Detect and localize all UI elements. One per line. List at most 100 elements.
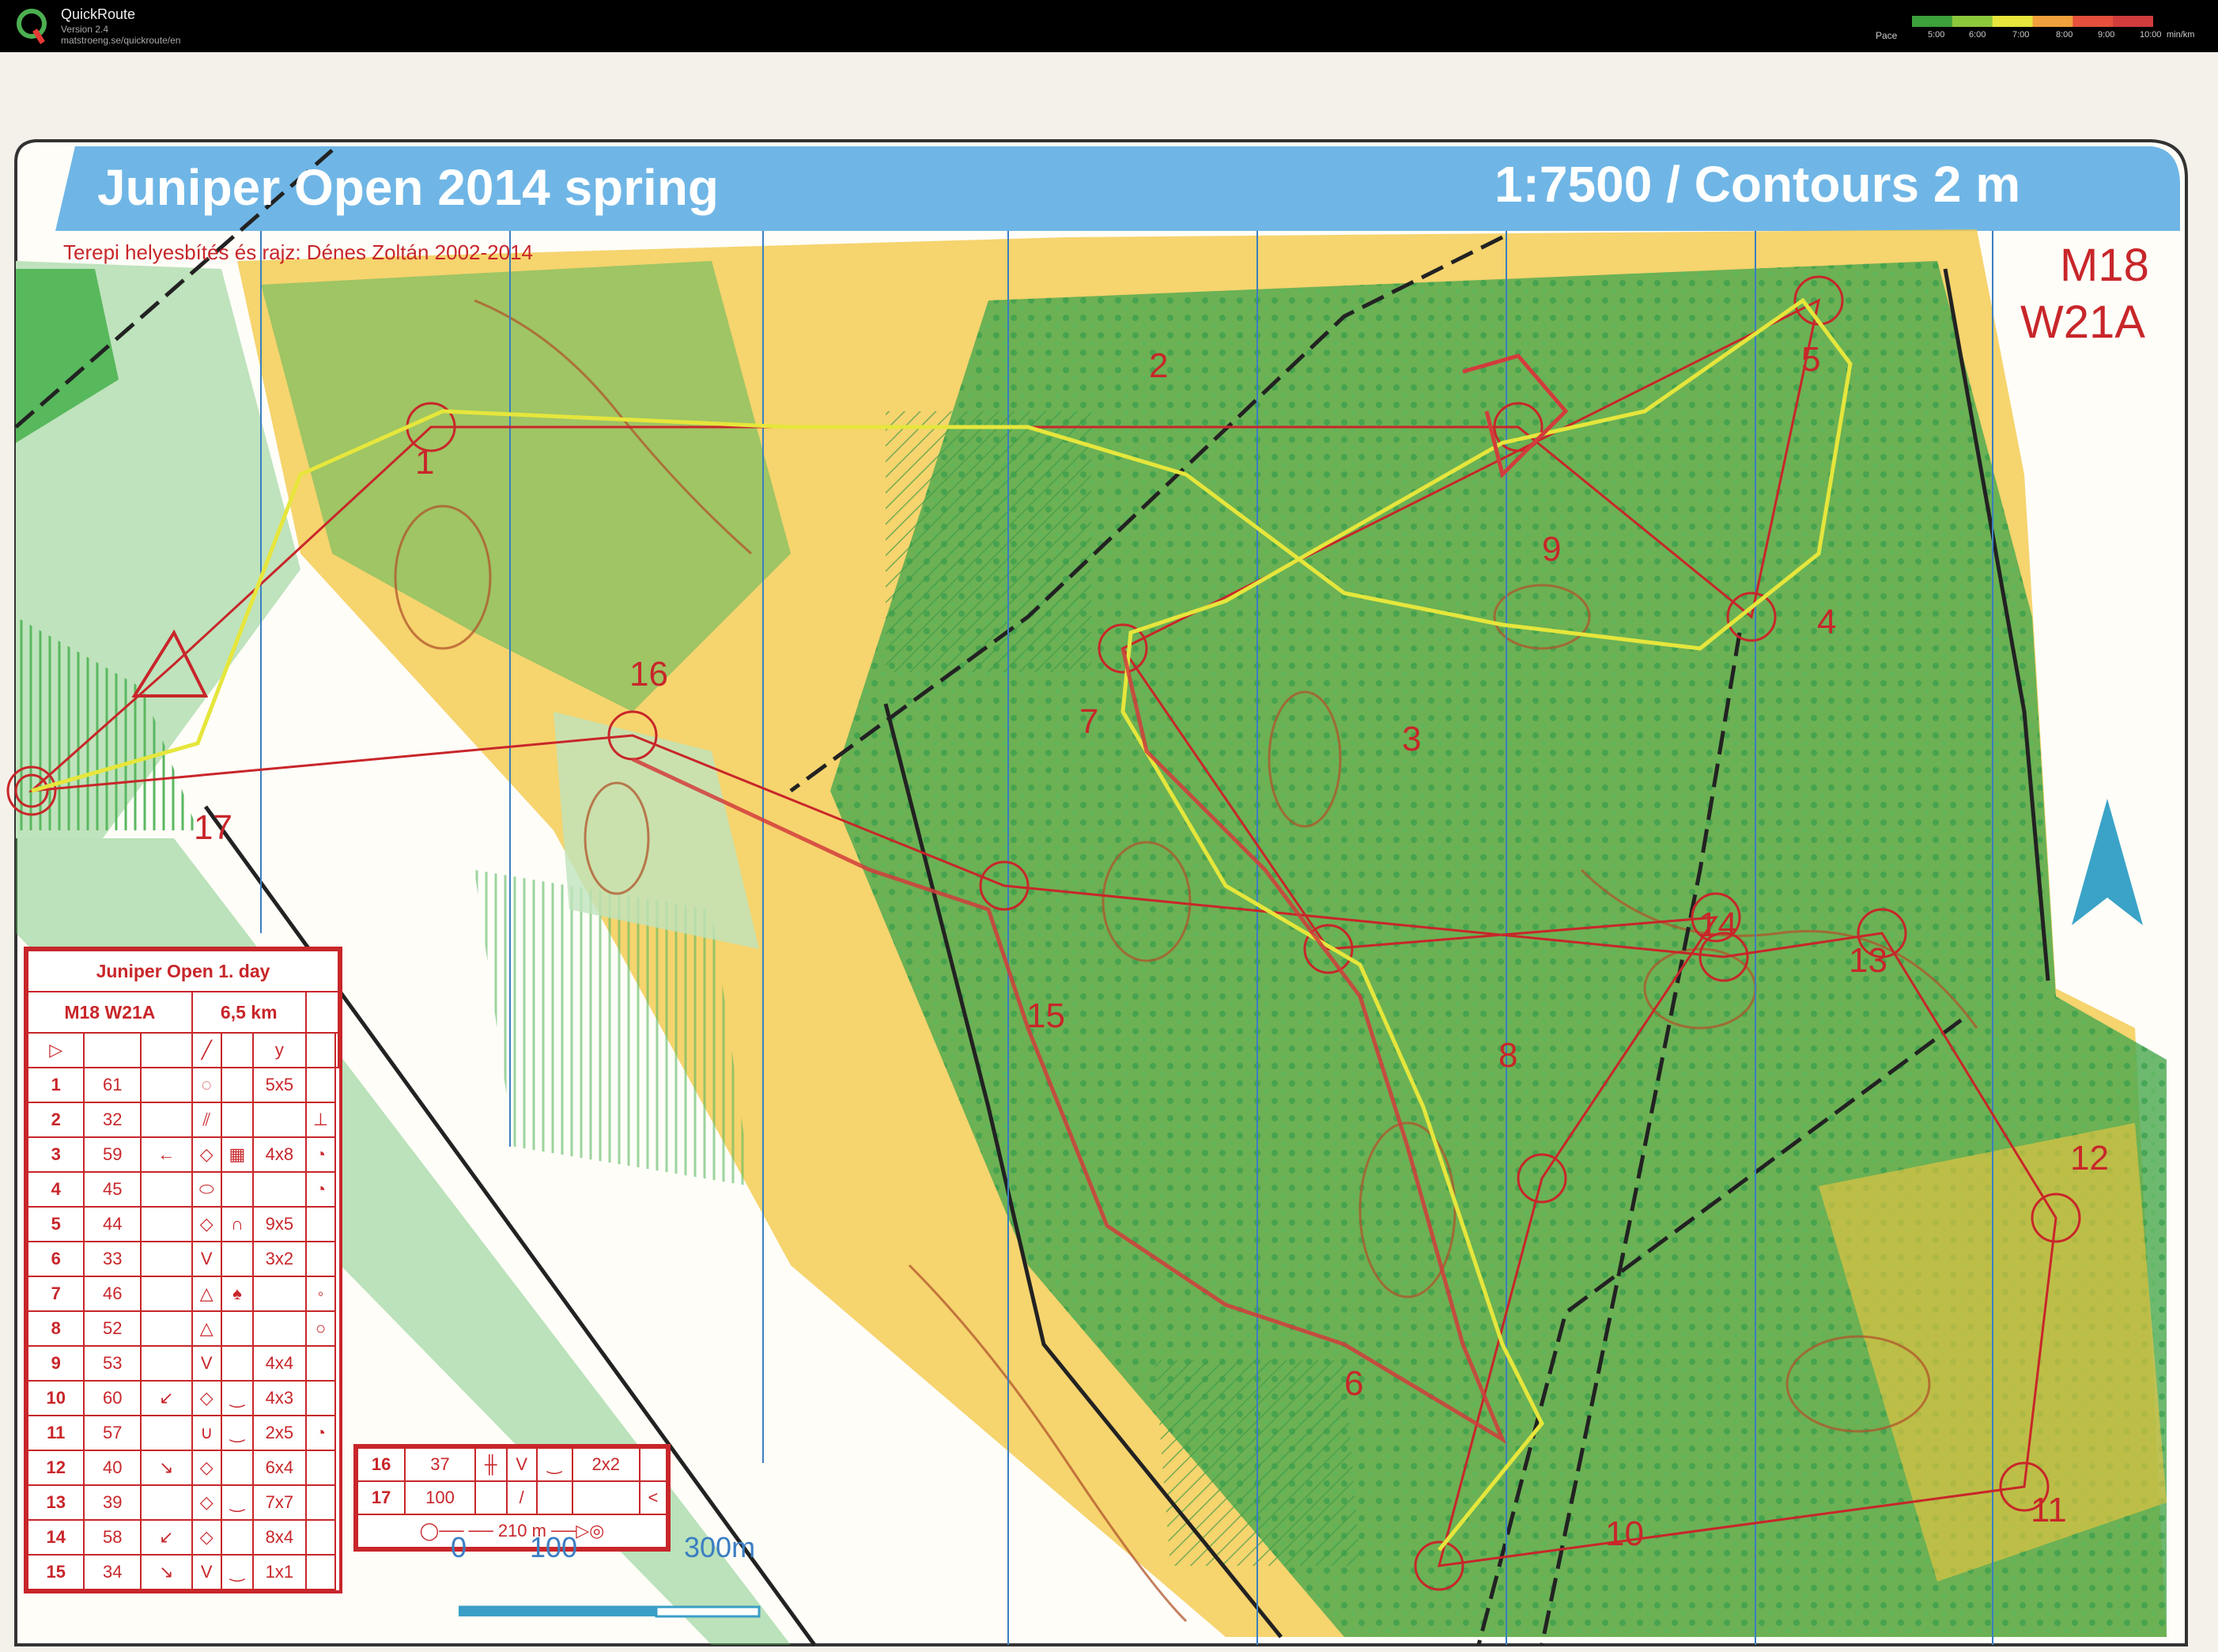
control-number: 4 — [1817, 603, 1837, 641]
description-cell-g: ◔ — [304, 1171, 337, 1208]
scale-label: 100 — [530, 1531, 578, 1563]
control-number: 16 — [629, 655, 668, 694]
control-number: 10 — [1605, 1514, 1644, 1553]
description-cell-c — [139, 1241, 193, 1277]
description-cell-d: V — [505, 1447, 538, 1482]
description-row: 9 53 V 4x4 — [26, 1345, 338, 1382]
control-number: 2 — [1149, 346, 1169, 385]
map-title: Juniper Open 2014 spring — [97, 159, 719, 216]
scale-label: 0 — [451, 1531, 467, 1563]
description-cell-g — [304, 1067, 337, 1103]
description-cell-f: 3x2 — [252, 1241, 307, 1277]
quickroute-logo-icon — [17, 9, 47, 44]
description-cell-f: 2x2 — [571, 1447, 640, 1482]
pace-label: Pace — [1876, 30, 1898, 41]
pace-swatch — [1992, 16, 2034, 27]
description-cell-g — [304, 1519, 337, 1556]
description-cell-f: 9x5 — [252, 1206, 307, 1242]
description-cell-code: 40 — [83, 1450, 142, 1486]
description-cell-d: ◇ — [191, 1380, 222, 1416]
pace-tick: 9:00 — [2098, 30, 2115, 40]
description-cell-d: V — [191, 1345, 222, 1382]
description-cell-no: 17 — [356, 1480, 406, 1515]
description-cell-g — [304, 1484, 337, 1521]
description-row: 8 52 △ ○ — [26, 1310, 338, 1347]
description-cell-code: 60 — [83, 1380, 142, 1416]
description-cell-d: ⬭ — [191, 1171, 222, 1208]
description-cell-f — [571, 1480, 640, 1515]
description-cell-g: < — [638, 1480, 668, 1515]
pace-unit: min/km — [2167, 30, 2195, 40]
pace-tick: 5:00 — [1928, 30, 1945, 40]
description-cell-d: ◌ — [191, 1067, 222, 1103]
map-credit: Terepi helyesbítés és rajz: Dénes Zoltán… — [63, 240, 534, 264]
description-cell-f: 1x1 — [252, 1554, 307, 1590]
pace-swatch — [2113, 16, 2153, 27]
pace-swatch — [2032, 16, 2074, 27]
app-url[interactable]: matstroeng.se/quickroute/en — [61, 35, 180, 46]
description-cell-g: ◔ — [304, 1136, 337, 1173]
description-cell-d: V — [191, 1554, 222, 1590]
description-cell-code: 61 — [83, 1067, 142, 1103]
description-cell-c — [139, 1415, 193, 1451]
description-cell-code: 39 — [83, 1484, 142, 1521]
scale-labels: 0 100 300m — [451, 1531, 767, 1612]
description-cell-g — [304, 1345, 337, 1382]
description-cell-code: 37 — [404, 1447, 476, 1482]
description-cell-no: 2 — [26, 1102, 85, 1138]
description-cell-e: ‿ — [220, 1415, 255, 1451]
description-cell-no: 11 — [26, 1415, 85, 1451]
description-cell-f: 4x8 — [252, 1136, 307, 1173]
pace-swatch — [2073, 16, 2114, 27]
description-cell-no: 4 — [26, 1171, 85, 1208]
description-cell-c — [139, 1276, 193, 1312]
description-cell-d: ◇ — [191, 1206, 222, 1242]
description-cell-no: 13 — [26, 1484, 85, 1521]
description-cell-code: 53 — [83, 1345, 142, 1382]
description-cell-e — [220, 1450, 255, 1486]
description-cell-no: 5 — [26, 1206, 85, 1242]
description-cell-c — [139, 1067, 193, 1103]
description-cell-no: 9 — [26, 1345, 85, 1382]
description-row: 4 45 ⬭ ◔ — [26, 1171, 338, 1208]
description-cell-e: ‿ — [535, 1447, 573, 1482]
description-cell-d: ⫽ — [191, 1102, 222, 1138]
description-cell-g — [304, 1206, 337, 1242]
description-cell-g — [304, 1554, 337, 1590]
description-cell-no: 1 — [26, 1067, 85, 1103]
description-cell-e — [220, 1171, 255, 1208]
pace-swatch — [1952, 16, 1993, 27]
control-number: 7 — [1079, 702, 1099, 741]
description-cell-c — [139, 1484, 193, 1521]
start-triangle-icon: ▷ — [26, 1032, 85, 1068]
description-cell-code: 59 — [83, 1136, 142, 1173]
description-cell-f: 8x4 — [252, 1519, 307, 1556]
description-row: 17 100 / < — [356, 1480, 668, 1515]
pace-tick: 8:00 — [2056, 30, 2073, 40]
description-row: 16 37 ╫ V ‿ 2x2 — [356, 1447, 668, 1482]
control-number: 1 — [415, 443, 435, 482]
description-cell-c — [139, 1310, 193, 1347]
description-cell-d: ∪ — [191, 1415, 222, 1451]
description-cell-e — [220, 1345, 255, 1382]
description-cell-f — [252, 1102, 307, 1138]
description-row: 10 60 ↙ ◇ ‿ 4x3 — [26, 1380, 338, 1416]
pace-tick: 6:00 — [1969, 30, 1986, 40]
description-cell-e: ‿ — [220, 1484, 255, 1521]
description-row: 2 32 ⫽ ⊥ — [26, 1102, 338, 1138]
scale-label: 300m — [684, 1531, 756, 1563]
description-cell-code: 34 — [83, 1554, 142, 1590]
description-cell-e — [220, 1067, 255, 1103]
description-cell-no: 3 — [26, 1136, 85, 1173]
description-cell-code: 32 — [83, 1102, 142, 1138]
description-class: M18 W21A — [27, 991, 193, 1034]
description-cell-g — [304, 1450, 337, 1486]
description-title: Juniper Open 1. day — [27, 950, 339, 992]
description-cell-c — [139, 1171, 193, 1208]
description-cell-g — [638, 1447, 668, 1482]
description-cell-code: 46 — [83, 1276, 142, 1312]
control-description-sheet-part2: 16 37 ╫ V ‿ 2x2 17 100/< ◯── ── 210 m ──▷◎ — [353, 1444, 671, 1552]
class-label: M18 — [2060, 240, 2149, 291]
control-number: 6 — [1344, 1364, 1364, 1403]
description-cell-d: ◇ — [191, 1136, 222, 1173]
